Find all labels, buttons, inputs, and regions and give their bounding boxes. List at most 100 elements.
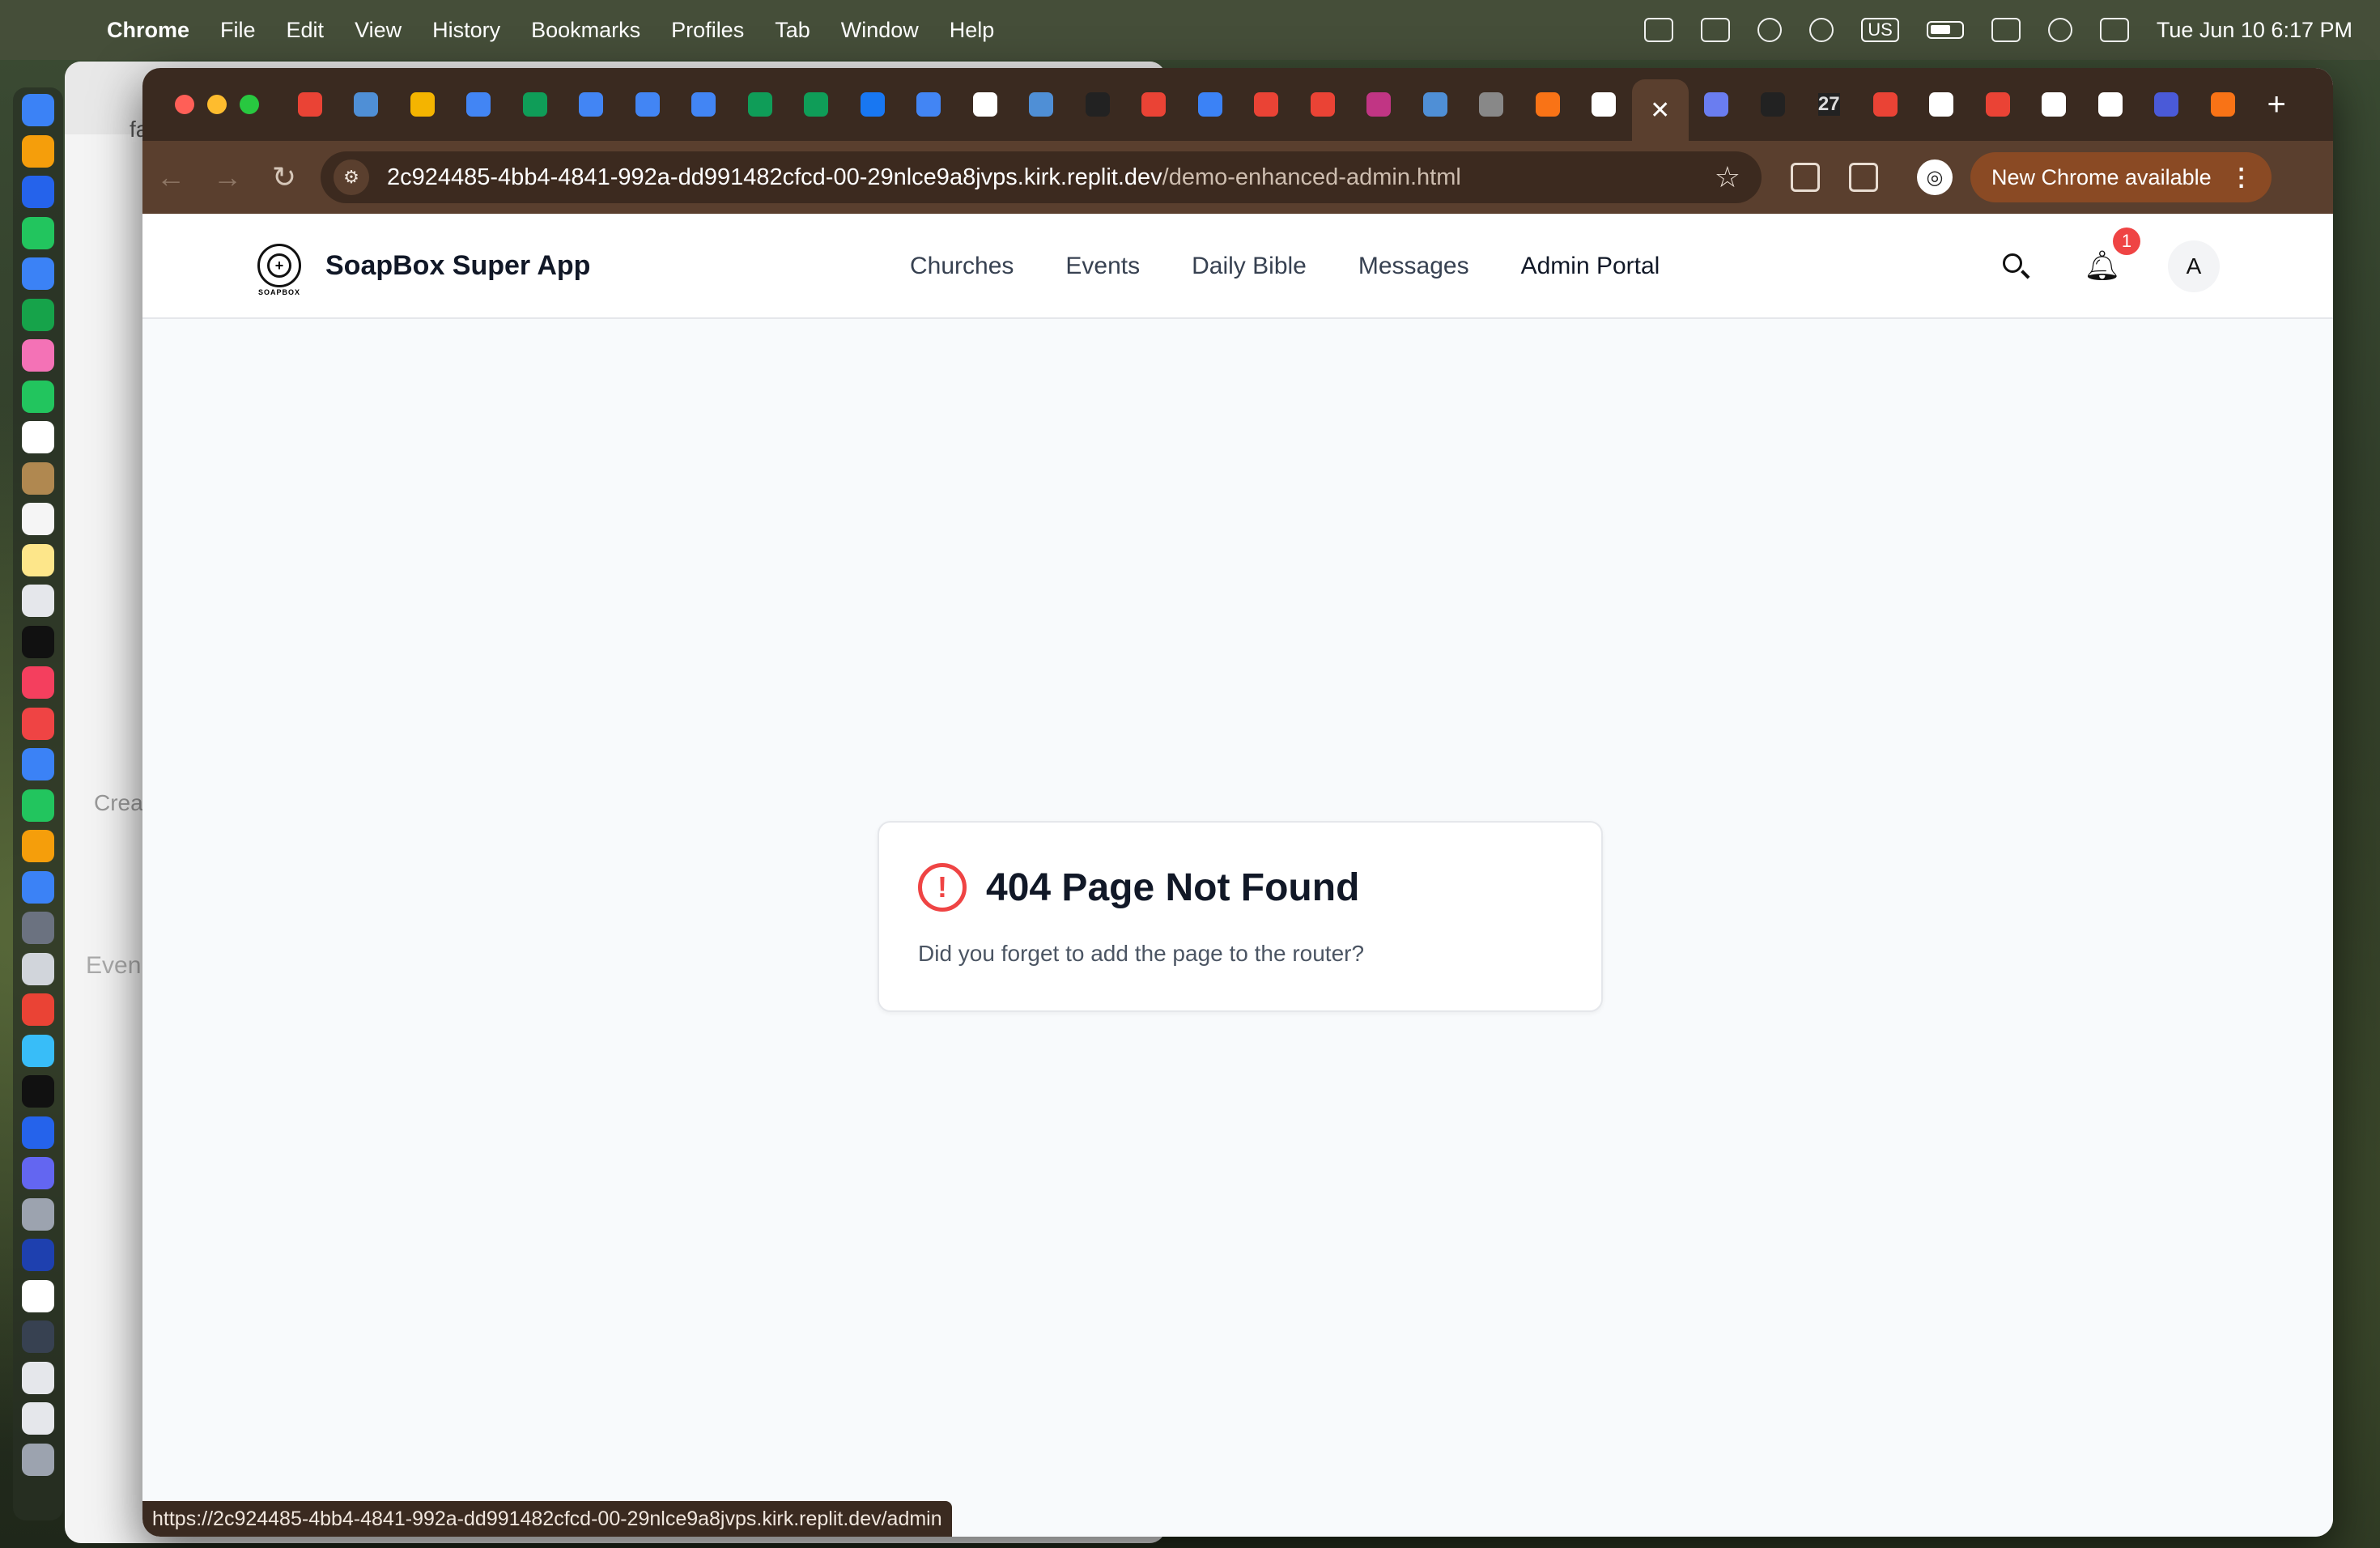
- browser-tab[interactable]: [957, 78, 1014, 131]
- maps-icon[interactable]: [22, 298, 54, 331]
- calendar-icon[interactable]: [22, 421, 54, 453]
- new-chrome-available-button[interactable]: New Chrome available ⋮: [1970, 152, 2272, 202]
- keyboard-layout-indicator[interactable]: US: [1861, 18, 1899, 42]
- teams-icon[interactable]: [22, 1157, 54, 1189]
- minimize-window-button[interactable]: [207, 95, 227, 114]
- outlook-dock-icon[interactable]: [22, 1116, 54, 1149]
- close-tab-icon[interactable]: ✕: [1650, 96, 1670, 125]
- user-avatar[interactable]: A: [2168, 240, 2220, 292]
- bookmark-star-icon[interactable]: ☆: [1715, 160, 1740, 194]
- browser-tab[interactable]: [2139, 78, 2195, 131]
- browser-tab[interactable]: [1970, 78, 2026, 131]
- forward-arrow-icon[interactable]: →: [199, 160, 256, 194]
- screen-sharing-icon[interactable]: [22, 1320, 54, 1353]
- browser-tab[interactable]: [1126, 78, 1183, 131]
- address-bar[interactable]: ⚙ 2c924485-4bb4-4841-992a-dd991482cfcd-0…: [321, 151, 1762, 203]
- browser-tab[interactable]: [732, 78, 788, 131]
- reminders-icon[interactable]: [22, 503, 54, 535]
- browser-tab[interactable]: [1014, 78, 1070, 131]
- nav-link-events[interactable]: Events: [1065, 253, 1140, 280]
- apple-tv-icon[interactable]: [22, 625, 54, 658]
- browser-tab[interactable]: [394, 78, 451, 131]
- browser-tab[interactable]: [1294, 78, 1351, 131]
- menu-help[interactable]: Help: [950, 18, 995, 43]
- app-store-icon[interactable]: [22, 870, 54, 904]
- browser-tab[interactable]: [1351, 78, 1408, 131]
- extensions-icon[interactable]: [1791, 163, 1820, 192]
- profile-avatar-icon[interactable]: ◎: [1917, 159, 1953, 195]
- news-icon[interactable]: [22, 707, 54, 740]
- music-icon[interactable]: [22, 666, 54, 699]
- downloads-stack-icon[interactable]: [22, 1402, 54, 1435]
- search-icon[interactable]: [1998, 249, 2034, 284]
- new-tab-button[interactable]: +: [2267, 87, 2286, 123]
- menu-bookmarks[interactable]: Bookmarks: [531, 18, 640, 43]
- menubar-clock[interactable]: Tue Jun 10 6:17 PM: [2157, 18, 2352, 43]
- safari-icon[interactable]: [22, 176, 54, 208]
- browser-tab[interactable]: [676, 78, 733, 131]
- menu-profiles[interactable]: Profiles: [671, 18, 744, 43]
- iphone-mirroring-icon[interactable]: [22, 952, 54, 985]
- browser-tab[interactable]: [1069, 78, 1126, 131]
- browser-tab[interactable]: [1689, 78, 1745, 131]
- control-center-icon[interactable]: [2099, 18, 2129, 42]
- calendar-5-icon[interactable]: [22, 1279, 54, 1312]
- browser-tab[interactable]: [1407, 78, 1464, 131]
- browser-tab[interactable]: 27: [1801, 78, 1858, 131]
- nav-link-daily-bible[interactable]: Daily Bible: [1192, 253, 1307, 280]
- terminal-icon[interactable]: [22, 1075, 54, 1108]
- teams-status-icon[interactable]: [1644, 18, 1674, 42]
- browser-tab[interactable]: [2195, 78, 2251, 131]
- link-icon[interactable]: [1991, 18, 2021, 42]
- browser-tab[interactable]: [282, 78, 338, 131]
- menu-edit[interactable]: Edit: [287, 18, 325, 43]
- airplay-icon[interactable]: [1757, 18, 1783, 42]
- system-settings-icon[interactable]: [22, 912, 54, 944]
- kebab-menu-icon[interactable]: ⋮: [2229, 164, 2254, 192]
- freeform-icon[interactable]: [22, 585, 54, 617]
- browser-tab[interactable]: [1239, 78, 1295, 131]
- browser-tab[interactable]: [1182, 78, 1239, 131]
- browser-tab[interactable]: [1745, 78, 1801, 131]
- pages-icon[interactable]: [22, 830, 54, 862]
- menu-history[interactable]: History: [432, 18, 500, 43]
- active-tab[interactable]: ✕: [1632, 79, 1689, 141]
- nav-link-churches[interactable]: Churches: [910, 253, 1014, 280]
- trash-icon[interactable]: [22, 1443, 54, 1476]
- menu-view[interactable]: View: [355, 18, 402, 43]
- keynote-icon[interactable]: [22, 748, 54, 780]
- onepassword-icon[interactable]: [22, 1239, 54, 1271]
- bell-icon[interactable]: 🔔︎ 1: [2084, 228, 2140, 284]
- launchpad-icon[interactable]: [22, 134, 54, 168]
- browser-tab[interactable]: [1576, 78, 1633, 131]
- document-icon[interactable]: [22, 1361, 54, 1394]
- facetime-icon[interactable]: [22, 380, 54, 413]
- numbers-icon[interactable]: [22, 789, 54, 822]
- brand[interactable]: + SOAPBOX SoapBox Super App: [257, 244, 590, 296]
- messages-icon[interactable]: [22, 216, 54, 249]
- close-window-button[interactable]: [175, 95, 194, 114]
- nav-link-messages[interactable]: Messages: [1358, 253, 1469, 280]
- preview-icon[interactable]: [22, 1197, 54, 1231]
- menu-window[interactable]: Window: [841, 18, 919, 43]
- play-icon[interactable]: [1809, 18, 1834, 42]
- reload-icon[interactable]: ↻: [256, 160, 312, 194]
- finder-icon[interactable]: [22, 94, 54, 126]
- browser-tab[interactable]: [901, 78, 958, 131]
- browser-tab[interactable]: [2082, 78, 2139, 131]
- browser-tab[interactable]: [1464, 78, 1520, 131]
- back-arrow-icon[interactable]: ←: [142, 160, 199, 194]
- chrome-icon[interactable]: [22, 993, 54, 1026]
- browser-tab[interactable]: [451, 78, 508, 131]
- browser-tab[interactable]: [788, 78, 845, 131]
- photos-icon[interactable]: [22, 339, 54, 372]
- battery-icon[interactable]: [1926, 21, 1964, 39]
- browser-tab[interactable]: [2026, 78, 2083, 131]
- menu-app-name[interactable]: Chrome: [107, 18, 189, 43]
- browser-tab[interactable]: [844, 78, 901, 131]
- browser-tab[interactable]: [1914, 78, 1970, 131]
- browser-tab[interactable]: [1857, 78, 1914, 131]
- spotlight-search-icon[interactable]: [2047, 18, 2072, 42]
- app-icon[interactable]: [22, 1034, 54, 1067]
- mail-icon[interactable]: [22, 257, 54, 290]
